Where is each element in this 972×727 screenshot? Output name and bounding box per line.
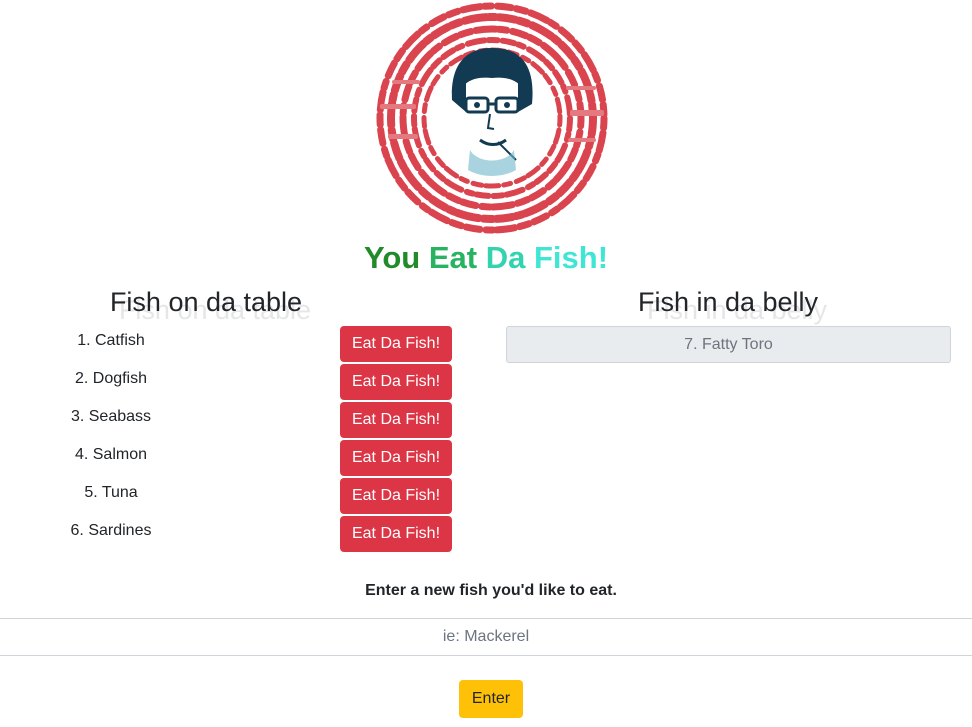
belly-heading-text: Fish in da belly <box>637 287 819 317</box>
table-heading: Fish on da table Fish on da table <box>60 285 352 325</box>
fish-name: 1. Catfish <box>77 332 145 349</box>
eat-fish-button[interactable]: Eat Da Fish! <box>340 326 452 362</box>
list-item: 5. Tuna Eat Da Fish! <box>0 478 470 516</box>
fish-table-list: 1. Catfish Eat Da Fish! 2. Dogfish Eat D… <box>0 326 470 554</box>
table-heading-text: Fish on da table <box>109 287 303 317</box>
belly-list-item: 7. Fatty Toro <box>506 326 951 363</box>
eat-fish-button[interactable]: Eat Da Fish! <box>340 402 452 438</box>
eat-fish-button[interactable]: Eat Da Fish! <box>340 516 452 552</box>
list-item: 2. Dogfish Eat Da Fish! <box>0 364 470 402</box>
new-fish-label: Enter a new fish you'd like to eat. <box>365 582 617 599</box>
list-item: 4. Salmon Eat Da Fish! <box>0 440 470 478</box>
fish-name: 2. Dogfish <box>74 370 148 387</box>
title-word-4: Fish! <box>533 240 609 275</box>
fish-name: 3. Seabass <box>70 408 152 425</box>
list-item: 1. Catfish Eat Da Fish! <box>0 326 470 364</box>
eat-fish-button[interactable]: Eat Da Fish! <box>340 364 452 400</box>
belly-heading: Fish in da belly Fish in da belly <box>582 285 874 325</box>
page-title: You Eat Da Fish! <box>0 238 972 278</box>
title-word-3: Da <box>485 240 526 275</box>
list-item: 3. Seabass Eat Da Fish! <box>0 402 470 440</box>
fish-name: 5. Tuna <box>84 484 138 501</box>
eat-fish-button[interactable]: Eat Da Fish! <box>340 478 452 514</box>
title-word-2: Eat <box>428 240 478 275</box>
enter-button[interactable]: Enter <box>459 680 523 718</box>
fish-quote-portrait-logo <box>370 0 614 236</box>
title-word-1: You <box>363 240 421 275</box>
list-item: 6. Sardines Eat Da Fish! <box>0 516 470 554</box>
new-fish-input[interactable] <box>0 618 972 656</box>
fish-name: 6. Sardines <box>70 522 152 539</box>
eat-fish-button[interactable]: Eat Da Fish! <box>340 440 452 476</box>
fish-name: 4. Salmon <box>74 446 148 463</box>
app-root: You Eat Da Fish! Fish on da table Fish o… <box>0 0 972 727</box>
logo-graphic <box>375 1 609 235</box>
